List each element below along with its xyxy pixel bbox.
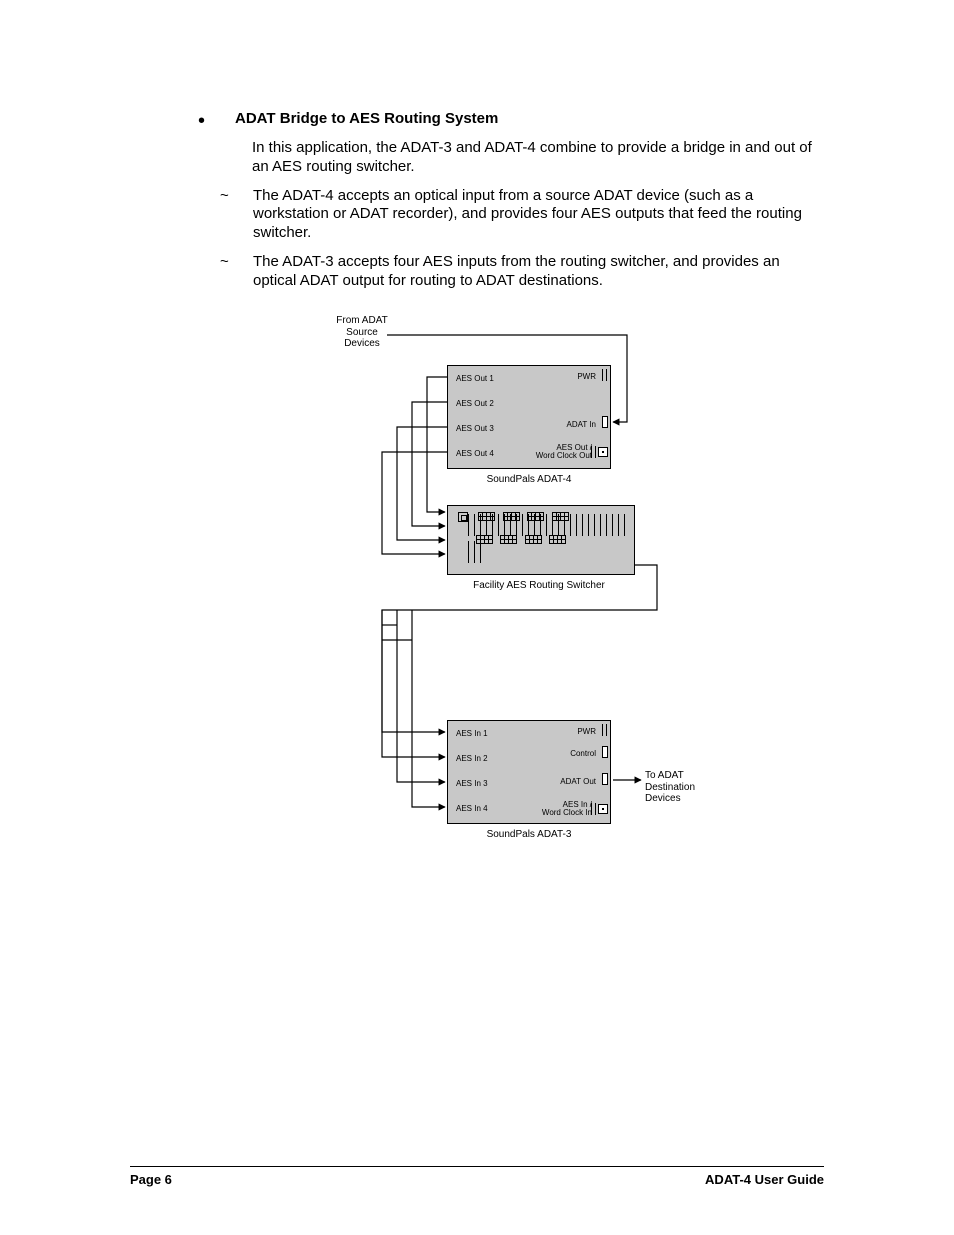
intro-paragraph: In this application, the ADAT-3 and ADAT… <box>252 139 824 177</box>
routing-diagram: From ADATSourceDevices To ADATDestinatio… <box>227 310 727 870</box>
list-item: ~ The ADAT-4 accepts an optical input fr… <box>220 187 824 243</box>
heading-text: ADAT Bridge to AES Routing System <box>235 110 498 127</box>
signal-flow-lines <box>227 310 727 870</box>
document-page: • ADAT Bridge to AES Routing System In t… <box>0 0 954 1235</box>
list-item: ~ The ADAT-3 accepts four AES inputs fro… <box>220 253 824 291</box>
document-title: ADAT-4 User Guide <box>705 1172 824 1187</box>
footer-rule <box>130 1166 824 1167</box>
page-number: Page 6 <box>130 1172 172 1187</box>
section-heading: • ADAT Bridge to AES Routing System <box>198 110 824 131</box>
page-footer: Page 6 ADAT-4 User Guide <box>130 1172 824 1187</box>
bullet-icon: • <box>198 111 205 131</box>
tilde-icon: ~ <box>220 253 235 291</box>
list-text: The ADAT-3 accepts four AES inputs from … <box>253 253 824 291</box>
tilde-icon: ~ <box>220 187 235 243</box>
list-text: The ADAT-4 accepts an optical input from… <box>253 187 824 243</box>
